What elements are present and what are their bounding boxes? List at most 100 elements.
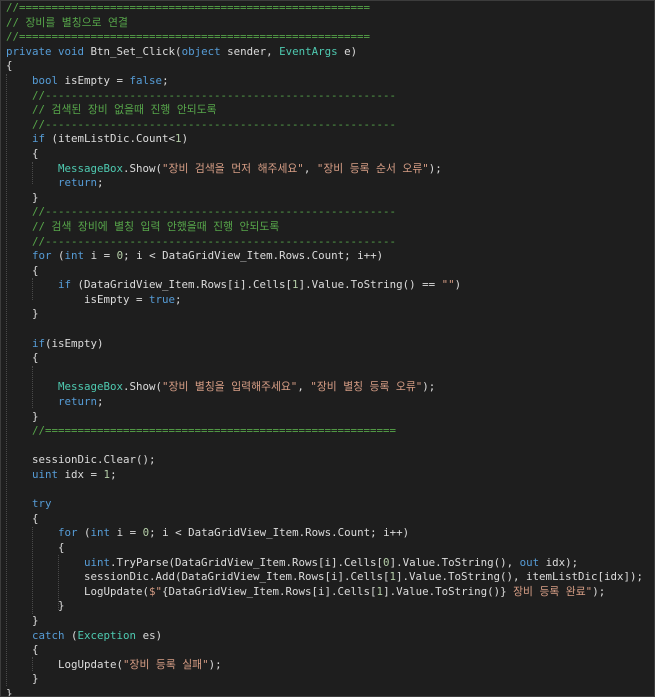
code-line[interactable]: //======================================… xyxy=(6,30,643,45)
code-token: , xyxy=(297,380,311,394)
code-token: { xyxy=(6,351,39,365)
code-token: MessageBox xyxy=(58,380,124,394)
code-line[interactable]: //--------------------------------------… xyxy=(6,205,643,220)
code-line[interactable]: return; xyxy=(6,395,643,410)
code-line[interactable] xyxy=(6,366,643,381)
code-line[interactable]: } xyxy=(6,599,643,614)
code-token: ; xyxy=(97,395,104,409)
code-line[interactable]: // 검색된 장비 없을때 진행 안되도록 xyxy=(6,103,643,118)
code-line[interactable]: LogUpdate("장비 등록 실패"); xyxy=(6,658,643,673)
code-line[interactable]: if (itemListDic.Count<1) xyxy=(6,132,643,147)
code-token: (itemListDic.Count< xyxy=(45,132,176,146)
code-line[interactable]: uint.TryParse(DataGridView_Item.Rows[i].… xyxy=(6,556,643,571)
code-token: //--------------------------------------… xyxy=(32,117,397,131)
code-line[interactable]: try xyxy=(6,497,643,512)
code-token: for xyxy=(58,526,78,540)
code-token: return xyxy=(58,176,98,190)
code-line[interactable]: //--------------------------------------… xyxy=(6,235,643,250)
code-line[interactable]: uint idx = 1; xyxy=(6,468,643,483)
code-line[interactable]: //======================================… xyxy=(6,424,643,439)
code-line[interactable]: //--------------------------------------… xyxy=(6,118,643,133)
code-line[interactable]: //======================================… xyxy=(6,1,643,16)
code-line[interactable]: private void Btn_Set_Click(object sender… xyxy=(6,45,643,60)
code-token: "" xyxy=(441,278,455,292)
code-line[interactable]: //--------------------------------------… xyxy=(6,89,643,104)
code-line[interactable]: } xyxy=(6,687,643,696)
code-token: return xyxy=(58,395,98,409)
code-line[interactable]: // 검색 장비에 별칭 입력 안했을때 진행 안되도록 xyxy=(6,220,643,235)
code-line[interactable]: sessionDic.Add(DataGridView_Item.Rows[i]… xyxy=(6,570,643,585)
code-token: { xyxy=(6,540,65,554)
code-token: uint xyxy=(32,468,59,481)
code-line[interactable]: MessageBox.Show("장비 별칭을 입력해주세요", "장비 별칭 … xyxy=(6,380,643,395)
code-line[interactable]: { xyxy=(6,147,643,162)
code-line[interactable]: if (DataGridView_Item.Rows[i].Cells[1].V… xyxy=(6,278,643,293)
code-line[interactable]: { xyxy=(6,59,643,74)
code-token: ].Value.ToString(), xyxy=(389,555,520,569)
code-token: bool xyxy=(32,73,59,87)
code-line[interactable]: { xyxy=(6,512,643,527)
code-token: ; xyxy=(162,73,169,87)
code-line[interactable]: { xyxy=(6,541,643,556)
code-token: } xyxy=(6,409,39,423)
code-line[interactable]: catch (Exception es) xyxy=(6,629,643,644)
code-line[interactable]: sessionDic.Clear(); xyxy=(6,453,643,468)
code-line[interactable] xyxy=(6,322,643,337)
code-token: try xyxy=(32,497,52,511)
code-token: //======================================… xyxy=(6,30,371,44)
code-token: if xyxy=(32,336,46,350)
code-token: ].Value.ToString()} xyxy=(383,584,507,598)
code-token: i = xyxy=(110,526,143,540)
code-token: 장비 등록 완료" xyxy=(506,584,593,598)
code-line[interactable]: for (int i = 0; i < DataGridView_Item.Ro… xyxy=(6,526,643,541)
code-line[interactable]: return; xyxy=(6,176,643,191)
code-token: .Show( xyxy=(123,161,163,175)
code-token: ( xyxy=(77,526,91,540)
code-token: e) xyxy=(337,44,358,58)
code-line[interactable]: isEmpty = true; xyxy=(6,293,643,308)
code-token: "장비 등록 실패" xyxy=(123,657,209,671)
code-token: ) xyxy=(181,132,189,146)
code-token: es) xyxy=(136,628,163,642)
code-token: ; xyxy=(110,468,117,481)
code-line[interactable]: for (int i = 0; i < DataGridView_Item.Ro… xyxy=(6,249,643,264)
code-line[interactable]: bool isEmpty = false; xyxy=(6,74,643,89)
code-line[interactable]: MessageBox.Show("장비 검색을 먼저 해주세요", "장비 등록… xyxy=(6,162,643,177)
code-line[interactable]: } xyxy=(6,307,643,322)
code-token: uint xyxy=(84,555,111,569)
code-token: .TryParse(DataGridView_Item.Rows[i].Cell… xyxy=(110,555,384,569)
code-token: // 장비를 별칭으로 연결 xyxy=(6,15,128,29)
code-line[interactable]: } xyxy=(6,410,643,425)
code-token: .Show( xyxy=(123,380,163,394)
code-line[interactable]: { xyxy=(6,643,643,658)
code-line[interactable]: } xyxy=(6,614,643,629)
code-line[interactable]: if(isEmpty) xyxy=(6,337,643,352)
code-line[interactable] xyxy=(6,483,643,498)
code-line[interactable]: } xyxy=(6,672,643,687)
code-editor[interactable]: //======================================… xyxy=(0,0,655,697)
code-line[interactable]: } xyxy=(6,191,643,206)
code-token: false xyxy=(129,73,163,87)
code-line[interactable]: { xyxy=(6,351,643,366)
code-line[interactable] xyxy=(6,439,643,454)
code-line[interactable]: // 장비를 별칭으로 연결 xyxy=(6,16,643,31)
code-token: } xyxy=(6,307,39,321)
code-token: } xyxy=(6,672,39,686)
code-line[interactable]: { xyxy=(6,264,643,279)
code-token: Btn_Set_Click( xyxy=(84,44,182,58)
code-line[interactable]: LogUpdate($"{DataGridView_Item.Rows[i].C… xyxy=(6,585,643,600)
code-token: //--------------------------------------… xyxy=(32,234,397,248)
code-token: // 검색된 장비 없을때 진행 안되도록 xyxy=(32,103,217,117)
code-token: sessionDic.Add(DataGridView_Item.Rows[i]… xyxy=(6,570,390,584)
code-token: //--------------------------------------… xyxy=(32,205,397,219)
code-token: catch xyxy=(32,628,65,642)
code-token: "장비 별칭을 입력해주세요" xyxy=(162,380,298,394)
